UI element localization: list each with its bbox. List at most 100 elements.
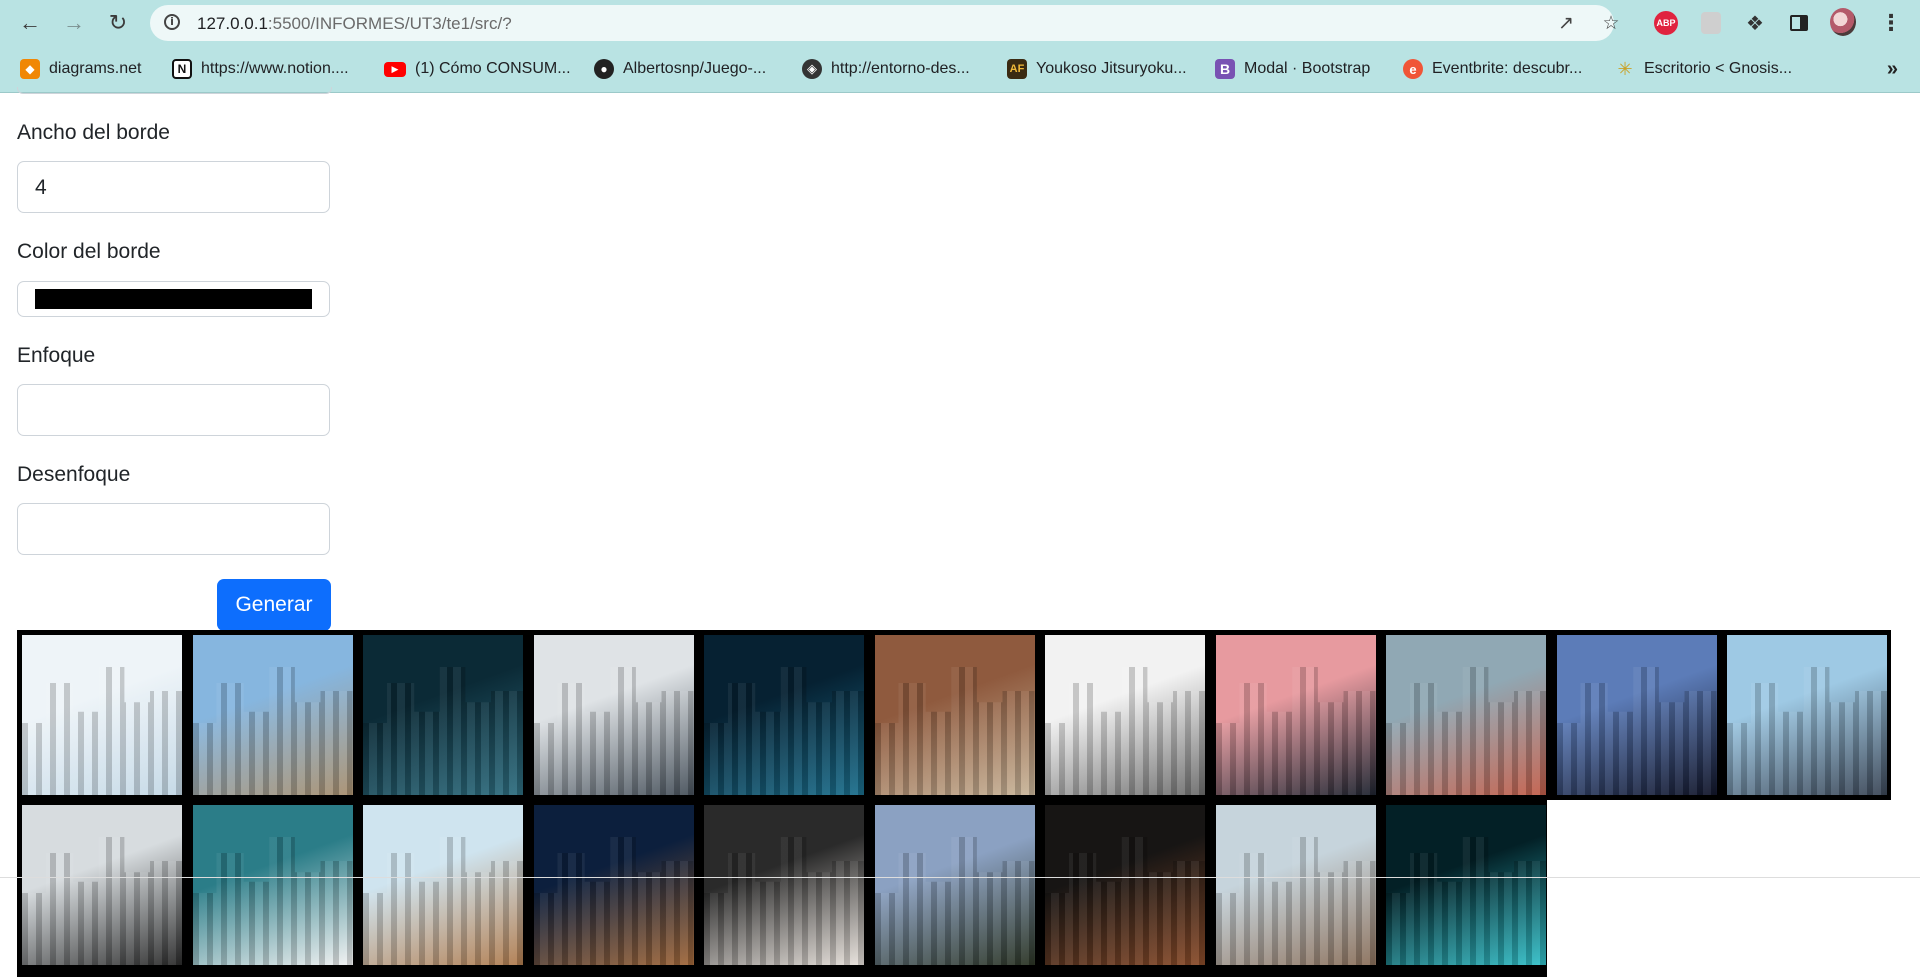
github-icon: ●: [594, 59, 614, 79]
page-content: Ancho del borde 4 Color del borde Enfoqu…: [0, 87, 1920, 977]
puzzle-extensions-icon[interactable]: ❖: [1742, 10, 1768, 36]
bookmark-label: Modal · Bootstrap: [1244, 60, 1371, 77]
site-info-icon[interactable]: i: [164, 14, 180, 30]
address-bar[interactable]: i 127.0.0.1:5500/INFORMES/UT3/te1/src/? …: [150, 5, 1620, 41]
building-silhouette: [363, 837, 523, 965]
previous-field-edge: [17, 87, 332, 94]
generate-button[interactable]: Generar: [217, 579, 331, 631]
bookmark-label: http://entorno-des...: [831, 60, 970, 77]
building-silhouette: [533, 667, 694, 795]
bookmark-diagrams[interactable]: ◆ diagrams.net: [20, 57, 142, 81]
building-silhouette: [1386, 837, 1546, 965]
gnosis-icon: ✳: [1617, 58, 1633, 79]
border-width-value: 4: [35, 176, 47, 199]
notion-icon: N: [172, 59, 192, 79]
gallery-image-venice-tower: [363, 805, 523, 965]
building-silhouette: [22, 667, 182, 795]
border-width-label: Ancho del borde: [17, 121, 170, 144]
bookmarks-overflow-icon[interactable]: »: [1887, 58, 1898, 81]
bookmark-star-icon[interactable]: ☆: [1599, 11, 1623, 35]
url-text[interactable]: 127.0.0.1:5500/INFORMES/UT3/te1/src/?: [197, 14, 512, 34]
profile-avatar[interactable]: [1830, 8, 1856, 36]
extension-hand-icon[interactable]: [1698, 10, 1724, 36]
bookmark-youkoso[interactable]: AF Youkoso Jitsuryoku...: [1007, 57, 1187, 81]
browser-toolbar: ← → ↻ i 127.0.0.1:5500/INFORMES/UT3/te1/…: [0, 0, 1920, 46]
color-swatch: [35, 289, 312, 309]
building-silhouette: [1215, 667, 1376, 795]
bookmark-eventbrite[interactable]: e Eventbrite: descubr...: [1403, 57, 1582, 81]
bookmark-gnosis[interactable]: ✳ Escritorio < Gnosis...: [1615, 57, 1792, 81]
gallery-image-aerial-city: [1386, 635, 1546, 795]
building-silhouette: [1386, 667, 1546, 795]
kebab-menu-icon[interactable]: ⋮: [1878, 10, 1904, 36]
back-arrow-icon[interactable]: ←: [14, 7, 46, 39]
building-silhouette: [363, 667, 523, 795]
bookmark-label: Albertosnp/Juego-...: [623, 60, 767, 77]
bookmark-youtube[interactable]: ▶ (1) Cómo CONSUM...: [384, 57, 571, 81]
border-width-input[interactable]: 4: [17, 161, 330, 213]
blur-label: Desenfoque: [17, 463, 131, 486]
building-silhouette: [1727, 667, 1887, 795]
border-color-label: Color del borde: [17, 240, 161, 263]
building-silhouette: [874, 667, 1035, 795]
share-icon[interactable]: ↗: [1554, 11, 1578, 35]
gallery-row-2: [17, 800, 1547, 977]
building-silhouette: [1045, 667, 1205, 795]
building-silhouette: [533, 837, 694, 965]
diagrams-icon: ◆: [20, 59, 40, 79]
building-silhouette: [704, 667, 864, 795]
border-color-input[interactable]: [17, 281, 330, 317]
bookmark-label: Eventbrite: descubr...: [1432, 60, 1583, 77]
gallery-image-glass-facade: [22, 635, 182, 795]
bookmark-label: Youkoso Jitsuryoku...: [1036, 60, 1187, 77]
building-silhouette: [874, 837, 1035, 965]
focus-input[interactable]: [17, 384, 330, 436]
gallery-row-1: [17, 630, 1891, 800]
bookmark-label: diagrams.net: [49, 60, 142, 77]
af-icon: AF: [1007, 59, 1027, 79]
blur-input[interactable]: [17, 503, 330, 555]
building-silhouette: [704, 837, 864, 965]
focus-label: Enfoque: [17, 344, 96, 367]
page-bottom-edge: [0, 877, 1920, 878]
gallery-image-tower-sky: [1727, 635, 1887, 795]
building-silhouette: [192, 837, 353, 965]
building-silhouette: [1045, 837, 1205, 965]
bookmark-bootstrap[interactable]: B Modal · Bootstrap: [1215, 57, 1370, 81]
bookmark-label: https://www.notion....: [201, 60, 349, 77]
gallery-image-skyscrapers-up: [22, 805, 182, 965]
bookmark-github[interactable]: ● Albertosnp/Juego-...: [594, 57, 766, 81]
gallery-image-curved-building: [192, 635, 353, 795]
building-silhouette: [1556, 667, 1717, 795]
eventbrite-icon: e: [1403, 59, 1423, 79]
gallery-image-radio-tower-night: [533, 805, 694, 965]
gallery-image-white-balconies: [1045, 635, 1205, 795]
building-silhouette: [1215, 837, 1376, 965]
bookmark-label: (1) Cómo CONSUM...: [415, 60, 571, 77]
adblock-plus-icon[interactable]: ABP: [1653, 10, 1679, 36]
gallery-image-skyline-reflection: [1556, 635, 1717, 795]
side-panel-icon[interactable]: [1786, 10, 1812, 36]
bookmarks-bar: ◆ diagrams.net N https://www.notion.... …: [0, 46, 1920, 93]
gallery-image-office-night: [704, 635, 864, 795]
gallery-image-tram-street: [1215, 805, 1376, 965]
reload-icon[interactable]: ↻: [102, 7, 134, 39]
globe-icon: ◈: [802, 59, 822, 79]
gallery-image-bridge-night: [363, 635, 523, 795]
building-silhouette: [192, 667, 353, 795]
building-silhouette: [22, 837, 182, 965]
gallery-image-sydney-opera: [192, 805, 353, 965]
youtube-icon: ▶: [384, 61, 406, 77]
bookmark-notion[interactable]: N https://www.notion....: [172, 57, 349, 81]
gallery-image-old-street: [874, 635, 1035, 795]
forward-arrow-icon[interactable]: →: [58, 7, 90, 39]
gallery-image-aerial-symmetry: [704, 805, 864, 965]
gallery-image-street-night: [1045, 805, 1205, 965]
gallery-image-angular-tower: [533, 635, 694, 795]
gallery-image-sunset-skyline: [1215, 635, 1376, 795]
gallery-image-mountain-church: [874, 805, 1035, 965]
bookmark-entorno[interactable]: ◈ http://entorno-des...: [802, 57, 970, 81]
bookmark-label: Escritorio < Gnosis...: [1644, 60, 1793, 77]
bootstrap-icon: B: [1215, 59, 1235, 79]
gallery-image-light-trails: [1386, 805, 1546, 965]
